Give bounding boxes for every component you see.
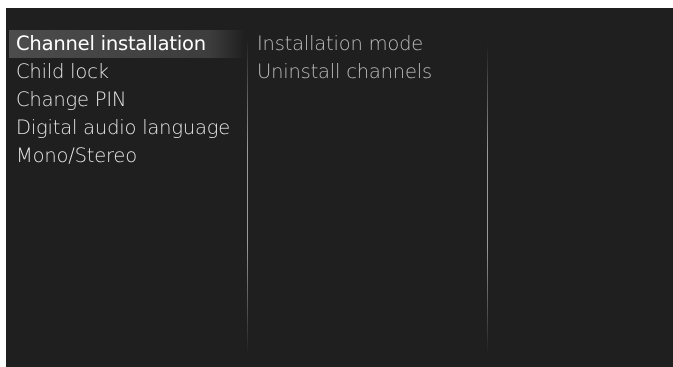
sub-menu: Installation mode Uninstall channels bbox=[253, 30, 483, 86]
submenu-item-installation-mode[interactable]: Installation mode bbox=[253, 30, 483, 58]
main-menu: Channel installation Child lock Change P… bbox=[9, 30, 245, 170]
column-divider bbox=[247, 38, 248, 354]
tv-menu-screen: Channel installation Child lock Change P… bbox=[6, 8, 673, 367]
menu-item-change-pin[interactable]: Change PIN bbox=[9, 86, 245, 114]
submenu-item-uninstall-channels[interactable]: Uninstall channels bbox=[253, 58, 483, 86]
menu-item-mono-stereo[interactable]: Mono/Stereo bbox=[9, 142, 245, 170]
column-divider bbox=[487, 44, 488, 354]
menu-item-child-lock[interactable]: Child lock bbox=[9, 58, 245, 86]
menu-item-channel-installation[interactable]: Channel installation bbox=[9, 30, 245, 58]
menu-item-digital-audio-language[interactable]: Digital audio language bbox=[9, 114, 245, 142]
